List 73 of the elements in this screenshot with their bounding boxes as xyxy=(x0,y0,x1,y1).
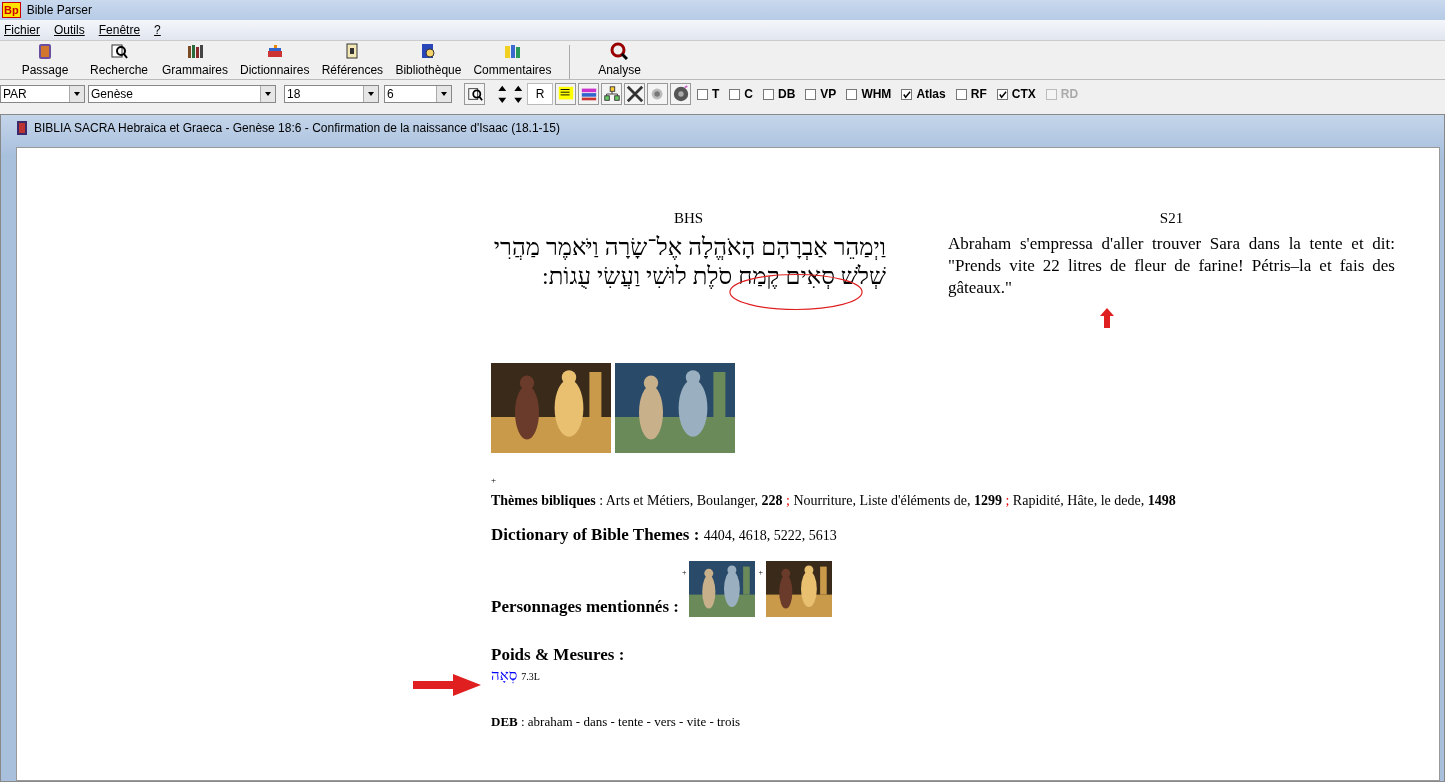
deb-line: DEB : abraham - dans - tente - vers - vite - trois xyxy=(491,714,742,730)
checkbox[interactable] xyxy=(955,88,967,100)
section-label: Personnages mentionnés : xyxy=(491,597,679,617)
books-icon xyxy=(503,42,522,60)
checkbox-label: T xyxy=(712,87,720,101)
menu-item[interactable]: Fenêtre xyxy=(98,23,141,37)
checkmark-icon xyxy=(902,89,912,99)
checkbox-label: WHM xyxy=(861,87,892,101)
toolbar-button[interactable]: Grammaires xyxy=(156,40,234,79)
toolbar-button[interactable] xyxy=(670,83,691,105)
toolbar-button[interactable] xyxy=(555,83,576,105)
dropdown[interactable]: 18 xyxy=(284,85,379,103)
checkbox[interactable] xyxy=(996,88,1008,100)
measure-value: 7.3L xyxy=(521,671,540,682)
column-heading: BHS xyxy=(672,210,705,227)
checkmark-icon xyxy=(997,89,1007,99)
tools-icon xyxy=(625,85,644,103)
r-button[interactable]: R xyxy=(527,83,553,105)
book-icon xyxy=(419,42,438,60)
checkbox[interactable] xyxy=(697,88,708,100)
app-logo: Bp xyxy=(2,2,21,18)
hierarchy-icon xyxy=(602,85,621,103)
checkbox[interactable] xyxy=(729,88,741,100)
checkbox[interactable] xyxy=(901,88,913,100)
toolbar-button[interactable]: Passage xyxy=(8,40,82,79)
checkbox-label: VP xyxy=(820,87,837,101)
checkbox-label: RF xyxy=(970,87,987,101)
toolbar-button[interactable] xyxy=(624,83,645,105)
book-icon xyxy=(16,120,28,136)
checkbox-label: Atlas xyxy=(916,87,946,101)
checkbox-label: CTX xyxy=(1011,87,1036,101)
themes-line: Thèmes bibliques : Arts et Métiers, Boulanger, 228 ; Nourriture, Liste d'éléments de, 1299 ; Rapidité, Hâte, le dede, 1498 xyxy=(491,493,1177,509)
toolbar-button[interactable]: Commentaires xyxy=(467,40,558,79)
column-heading: S21 xyxy=(1158,210,1185,227)
dropdown[interactable]: Genèse xyxy=(88,85,276,103)
menu-item[interactable]: Fichier xyxy=(4,23,40,37)
menu-item[interactable]: ? xyxy=(154,23,161,37)
search-button[interactable] xyxy=(464,83,485,105)
checkbox[interactable] xyxy=(805,88,817,100)
toolbar-button[interactable]: Références xyxy=(315,40,390,79)
hebrew-link[interactable]: סְאָה xyxy=(491,667,518,684)
window-title: Bible Parser xyxy=(26,3,93,17)
search-icon xyxy=(110,42,128,60)
plus-mark: + xyxy=(491,475,498,485)
checkbox[interactable] xyxy=(846,88,858,100)
book-icon xyxy=(36,42,54,60)
themes-line: Dictionary of Bible Themes : 4404, 4618, 5222, 5613 xyxy=(491,525,838,545)
dropdown[interactable]: 6 xyxy=(384,85,452,103)
document-title: BIBLIA SACRA Hebraica et Graeca - Genèse 18:6 - Confirmation de la naissance d'Isaac (18.1-15) xyxy=(34,121,560,135)
disc-icon xyxy=(671,85,690,103)
dropdown[interactable]: PAR xyxy=(0,85,85,103)
magnifier-icon xyxy=(610,42,629,60)
search-icon xyxy=(466,86,483,102)
books-icon xyxy=(265,42,284,60)
toolbar-button[interactable]: Bibliothèque xyxy=(389,40,468,79)
menu-item[interactable]: Outils xyxy=(54,23,85,37)
plus-mark: + xyxy=(758,568,763,577)
toolbar-button[interactable] xyxy=(578,83,599,105)
plus-mark: + xyxy=(681,568,687,577)
toolbar-button[interactable]: Dictionnaires xyxy=(234,40,316,79)
translation-text: Abraham s'empressa d'aller trouver Sara dans la tente et dit: "Prends vite 22 litres de fleur de farine! Pétris–la et fais des gâteaux." xyxy=(948,233,1395,299)
checkbox[interactable] xyxy=(763,88,774,100)
arrow-icon xyxy=(413,674,481,696)
toolbar-button[interactable]: Analyse xyxy=(582,40,657,79)
section-label: Poids & Mesures : xyxy=(491,645,626,665)
hebrew-text: וַיְמַהֵר אַבְרָהָם הָאֹהֱלָה אֶל־שָׂרָה וַיֹּאמֶר מַהֲרִי xyxy=(492,233,886,262)
arrow-icon xyxy=(1100,308,1114,328)
checkbox-label: RD xyxy=(1060,87,1079,101)
checkbox-label: DB xyxy=(778,87,796,101)
toolbar-button[interactable] xyxy=(601,83,622,105)
toolbar-button[interactable]: Recherche xyxy=(82,40,156,79)
books-icon xyxy=(186,42,204,60)
checkbox-label: C xyxy=(744,87,753,101)
